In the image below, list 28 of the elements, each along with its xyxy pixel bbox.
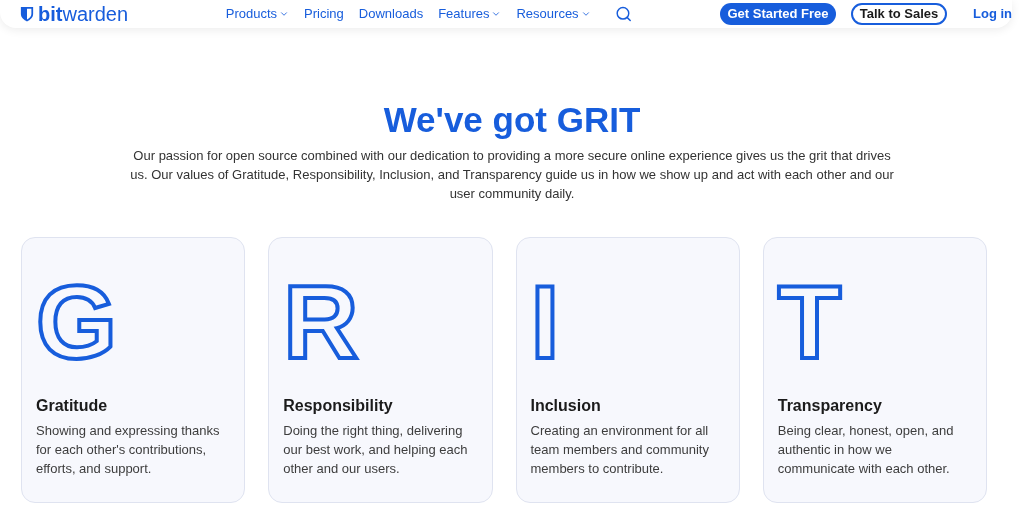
talk-to-sales-button[interactable]: Talk to Sales xyxy=(851,3,947,25)
nav-link[interactable]: Downloads xyxy=(358,6,424,22)
value-title: Responsibility xyxy=(283,396,393,416)
section-description: Our passion for open source combined with our dedication to providing a more secure online experience gives us the grit that drives us. Our values of Gratitude, Responsibility, Inclusion, and Transparency guide us in how we show up and act with each other and our user community daily. xyxy=(129,147,895,203)
value-description: Being clear, honest, open, and authentic in how we communicate with each other. xyxy=(777,422,955,478)
value-title: Gratitude xyxy=(36,396,108,416)
value-title: Transparency xyxy=(777,396,882,416)
value-description: Creating an environment for all team members and community members to contribute. xyxy=(530,422,710,478)
nav-link[interactable]: Resources xyxy=(516,6,591,22)
outlined-letter: T xyxy=(777,268,842,376)
nav-link[interactable]: Products xyxy=(225,6,290,22)
chevron-down-icon xyxy=(279,9,290,19)
chevron-down-icon xyxy=(491,9,502,19)
value-description: Doing the right thing, delivering our best work, and helping each other and our users. xyxy=(283,422,469,478)
search-icon[interactable] xyxy=(614,5,632,23)
shield-logo-icon xyxy=(20,6,34,22)
chevron-down-icon xyxy=(580,9,591,19)
nav-link[interactable]: Pricing xyxy=(304,6,344,22)
login-link[interactable]: Log in xyxy=(973,6,1012,22)
value-description: Showing and expressing thanks for each other's contributions, efforts, and support. xyxy=(36,422,221,478)
get-started-button[interactable]: Get Started Free xyxy=(720,3,836,25)
nav-link[interactable]: Features xyxy=(438,6,502,22)
outlined-letter: R xyxy=(283,268,359,376)
section-title: We've got GRIT xyxy=(383,100,641,140)
logo-text[interactable]: bitwarden xyxy=(38,3,129,25)
value-title: Inclusion xyxy=(530,396,601,416)
outlined-letter: I xyxy=(530,268,560,376)
outlined-letter: G xyxy=(36,268,117,376)
